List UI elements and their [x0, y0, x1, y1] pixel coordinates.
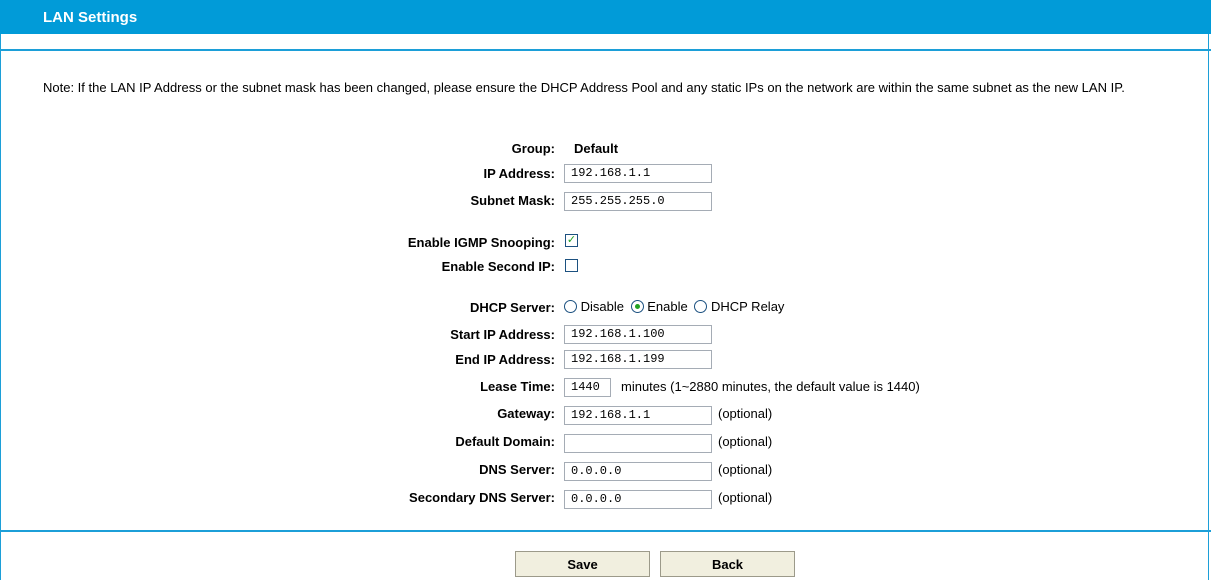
lease-time-label: Lease Time: — [480, 379, 555, 394]
ip-address-label: IP Address: — [483, 166, 555, 181]
dns-server-hint: (optional) — [718, 462, 773, 477]
secondary-dns-label: Secondary DNS Server: — [409, 490, 555, 505]
page-title: LAN Settings — [43, 9, 138, 26]
gateway-input[interactable]: 192.168.1.1 — [564, 406, 712, 425]
dhcp-option-relay[interactable]: DHCP Relay — [694, 299, 784, 314]
radio-disable-icon[interactable] — [564, 300, 577, 313]
title-bar: LAN Settings — [0, 0, 1211, 34]
dhcp-server-radio-group: Disable Enable DHCP Relay — [564, 299, 787, 314]
subnet-mask-input[interactable]: 255.255.255.0 — [564, 192, 712, 211]
radio-enable-icon[interactable] — [630, 300, 644, 313]
dns-server-input[interactable]: 0.0.0.0 — [564, 462, 712, 481]
ip-address-input[interactable]: 192.168.1.1 — [564, 164, 712, 183]
secondary-dns-input[interactable]: 0.0.0.0 — [564, 490, 712, 509]
start-ip-label: Start IP Address: — [450, 327, 555, 342]
end-ip-input[interactable]: 192.168.1.199 — [564, 350, 712, 369]
default-domain-input[interactable] — [564, 434, 712, 453]
group-label: Group: — [511, 141, 555, 156]
second-ip-checkbox[interactable] — [565, 259, 578, 272]
dns-server-label: DNS Server: — [479, 462, 555, 477]
lease-time-input[interactable]: 1440 — [564, 378, 611, 397]
divider-bottom — [0, 530, 1211, 532]
dhcp-option-disable[interactable]: Disable — [564, 299, 624, 314]
secondary-dns-hint: (optional) — [718, 490, 773, 505]
group-value: Default — [574, 141, 619, 156]
save-button[interactable]: Save — [515, 551, 650, 577]
dhcp-server-label: DHCP Server: — [469, 300, 555, 315]
divider-top — [0, 49, 1211, 51]
dhcp-option-enable[interactable]: Enable — [630, 299, 688, 314]
checkmark-icon: ✓ — [566, 234, 577, 246]
radio-relay-icon[interactable] — [694, 300, 708, 313]
dhcp-disable-text: Disable — [580, 299, 624, 314]
subnet-mask-label: Subnet Mask: — [470, 193, 555, 208]
end-ip-label: End IP Address: — [455, 352, 555, 367]
back-button[interactable]: Back — [660, 551, 795, 577]
gateway-label: Gateway: — [497, 406, 555, 421]
note-text: Note: If the LAN IP Address or the subne… — [43, 80, 1125, 95]
igmp-snooping-label: Enable IGMP Snooping: — [407, 235, 555, 250]
default-domain-label: Default Domain: — [455, 434, 555, 449]
second-ip-label: Enable Second IP: — [441, 259, 555, 274]
start-ip-input[interactable]: 192.168.1.100 — [564, 325, 712, 344]
gateway-hint: (optional) — [718, 406, 773, 421]
igmp-snooping-checkbox[interactable]: ✓ — [565, 234, 578, 247]
dhcp-relay-text: DHCP Relay — [710, 299, 785, 314]
dhcp-enable-text: Enable — [647, 299, 688, 314]
lease-time-hint: minutes (1~2880 minutes, the default val… — [621, 379, 920, 394]
default-domain-hint: (optional) — [718, 434, 773, 449]
